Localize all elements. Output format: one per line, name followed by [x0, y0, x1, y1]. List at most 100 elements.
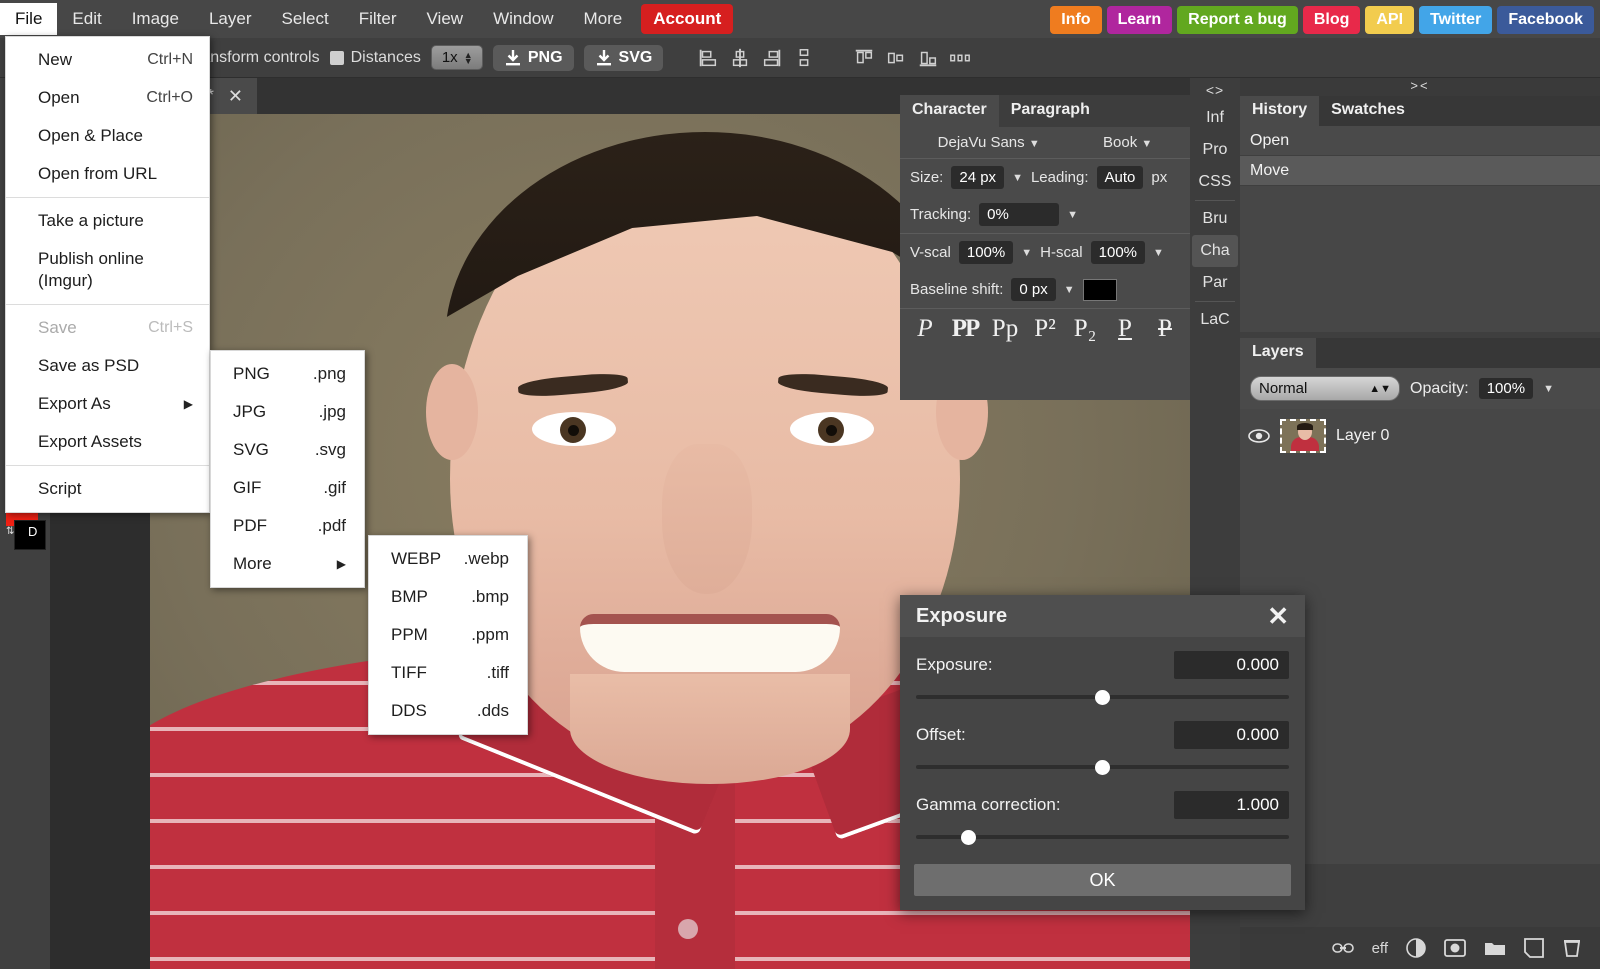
exposure-dialog[interactable]: Exposure ✕ Exposure: 0.000 Offset: 0.000… — [900, 595, 1305, 910]
new-layer-icon[interactable] — [1524, 938, 1544, 958]
tracking-input[interactable]: 0% — [979, 203, 1060, 226]
menu-item-publish-online[interactable]: Publish online (Imgur) — [6, 240, 209, 300]
distribute-vertical-icon[interactable] — [793, 46, 815, 70]
swap-colors-icon[interactable]: ⇅ — [6, 526, 14, 537]
slider-knob[interactable] — [1095, 760, 1111, 775]
menu-item-script[interactable]: Script — [6, 470, 209, 508]
size-input[interactable]: 24 px — [951, 166, 1005, 189]
adjustment-icon[interactable] — [1406, 938, 1426, 958]
export-png-button[interactable]: PNG — [492, 44, 574, 71]
tab-paragraph[interactable]: Paragraph — [999, 95, 1102, 127]
right-panel-handle[interactable]: >< — [1240, 78, 1600, 96]
align-center-horizontal-icon[interactable] — [729, 46, 751, 70]
gamma-slider[interactable] — [916, 827, 1289, 847]
menu-item-export-dds[interactable]: DDS .dds — [369, 692, 527, 730]
menu-layer[interactable]: Layer — [194, 3, 267, 35]
baseline-input[interactable]: 0 px — [1011, 278, 1056, 301]
leading-input[interactable]: Auto — [1096, 166, 1144, 189]
zoom-stepper[interactable]: 1x ▲ ▼ — [430, 45, 483, 70]
exposure-slider[interactable] — [916, 687, 1289, 707]
align-middle-icon[interactable] — [885, 46, 907, 70]
subscript-button[interactable]: P₂ — [1068, 315, 1102, 343]
layer-row[interactable]: Layer 0 — [1240, 413, 1600, 459]
text-color-swatch[interactable] — [1082, 278, 1117, 301]
trash-icon[interactable] — [1562, 938, 1582, 958]
offset-input[interactable]: 0.000 — [1174, 721, 1289, 749]
checkbox-icon[interactable] — [329, 50, 344, 65]
italic-button[interactable]: P — [908, 315, 942, 343]
account-button[interactable]: Account — [641, 4, 734, 34]
rail-item-css[interactable]: CSS — [1192, 166, 1238, 198]
tab-swatches[interactable]: Swatches — [1319, 96, 1417, 126]
history-item[interactable]: Open — [1240, 126, 1600, 156]
tab-history[interactable]: History — [1240, 96, 1320, 126]
blog-button[interactable]: Blog — [1302, 6, 1361, 34]
menu-item-open-from-url[interactable]: Open from URL — [6, 155, 209, 193]
opacity-input[interactable]: 100% — [1478, 378, 1534, 399]
smallcaps-button[interactable]: Pp — [988, 315, 1022, 343]
bold-button[interactable]: PP — [948, 315, 982, 343]
superscript-button[interactable]: P² — [1028, 315, 1062, 343]
history-item[interactable]: Move — [1240, 156, 1600, 186]
slider-knob[interactable] — [1095, 690, 1111, 705]
rail-item-info[interactable]: Inf — [1192, 102, 1238, 134]
ok-button[interactable]: OK — [914, 864, 1291, 896]
font-family-select[interactable]: DejaVu Sans ▼ — [938, 134, 1040, 151]
align-bottom-icon[interactable] — [917, 46, 939, 70]
chevron-down-icon[interactable]: ▼ — [1021, 247, 1032, 259]
menu-item-export-svg[interactable]: SVG .svg — [211, 431, 364, 469]
menu-item-save-as-psd[interactable]: Save as PSD — [6, 347, 209, 385]
menu-filter[interactable]: Filter — [344, 3, 412, 35]
offset-slider[interactable] — [916, 757, 1289, 777]
chevron-down-icon[interactable]: ▼ — [1543, 383, 1554, 395]
menu-image[interactable]: Image — [117, 3, 194, 35]
menu-file[interactable]: File — [0, 3, 58, 35]
hscale-input[interactable]: 100% — [1090, 241, 1146, 264]
menu-item-export-jpg[interactable]: JPG .jpg — [211, 393, 364, 431]
rail-item-properties[interactable]: Pro — [1192, 134, 1238, 166]
menu-edit[interactable]: Edit — [57, 3, 116, 35]
menu-item-open[interactable]: Open Ctrl+O — [6, 79, 209, 117]
info-button[interactable]: Info — [1050, 6, 1102, 34]
menu-item-export-ppm[interactable]: PPM .ppm — [369, 616, 527, 654]
exposure-input[interactable]: 0.000 — [1174, 651, 1289, 679]
twitter-button[interactable]: Twitter — [1419, 6, 1493, 34]
gamma-input[interactable]: 1.000 — [1174, 791, 1289, 819]
rail-handle[interactable]: <> — [1206, 78, 1224, 102]
link-icon[interactable] — [1331, 941, 1354, 955]
distribute-horizontal-icon[interactable] — [949, 46, 971, 70]
close-icon[interactable]: ✕ — [1267, 603, 1289, 629]
export-more-submenu[interactable]: WEBP .webp BMP .bmp PPM .ppm TIFF .tiff … — [368, 535, 528, 735]
vscale-input[interactable]: 100% — [958, 241, 1014, 264]
rail-item-layer-comps[interactable]: LaC — [1192, 304, 1238, 336]
report-bug-button[interactable]: Report a bug — [1177, 6, 1298, 34]
menu-select[interactable]: Select — [266, 3, 343, 35]
menu-item-take-a-picture[interactable]: Take a picture — [6, 202, 209, 240]
chevron-down-icon[interactable]: ▼ — [1029, 138, 1040, 150]
export-svg-button[interactable]: SVG — [583, 44, 664, 71]
underline-button[interactable]: P — [1108, 315, 1142, 343]
mask-icon[interactable] — [1444, 939, 1466, 957]
menu-window[interactable]: Window — [478, 3, 568, 35]
tab-character[interactable]: Character — [900, 95, 999, 127]
default-colors-label[interactable]: D — [28, 524, 37, 539]
export-as-submenu[interactable]: PNG .png JPG .jpg SVG .svg GIF .gif PDF … — [210, 350, 365, 588]
chevron-down-icon[interactable]: ▼ — [1153, 247, 1164, 259]
chevron-down-icon[interactable]: ▼ — [1067, 209, 1078, 221]
api-button[interactable]: API — [1365, 6, 1415, 34]
file-menu[interactable]: New Ctrl+N Open Ctrl+O Open & Place Open… — [5, 36, 210, 513]
tab-layers[interactable]: Layers — [1240, 338, 1316, 368]
menu-item-export-tiff[interactable]: TIFF .tiff — [369, 654, 527, 692]
menu-item-export-assets[interactable]: Export Assets — [6, 423, 209, 461]
slider-knob[interactable] — [960, 830, 976, 845]
chevron-down-icon[interactable]: ▼ — [1064, 284, 1075, 296]
menu-item-export-webp[interactable]: WEBP .webp — [369, 540, 527, 578]
menu-item-export-png[interactable]: PNG .png — [211, 355, 364, 393]
menu-more[interactable]: More — [569, 3, 638, 35]
menu-item-export-more[interactable]: More ▶ — [211, 545, 364, 583]
align-top-icon[interactable] — [853, 46, 875, 70]
stepper-arrows-icon[interactable]: ▲▼ — [1369, 383, 1391, 395]
facebook-button[interactable]: Facebook — [1497, 6, 1594, 34]
menu-item-export-gif[interactable]: GIF .gif — [211, 469, 364, 507]
folder-icon[interactable] — [1484, 939, 1506, 957]
